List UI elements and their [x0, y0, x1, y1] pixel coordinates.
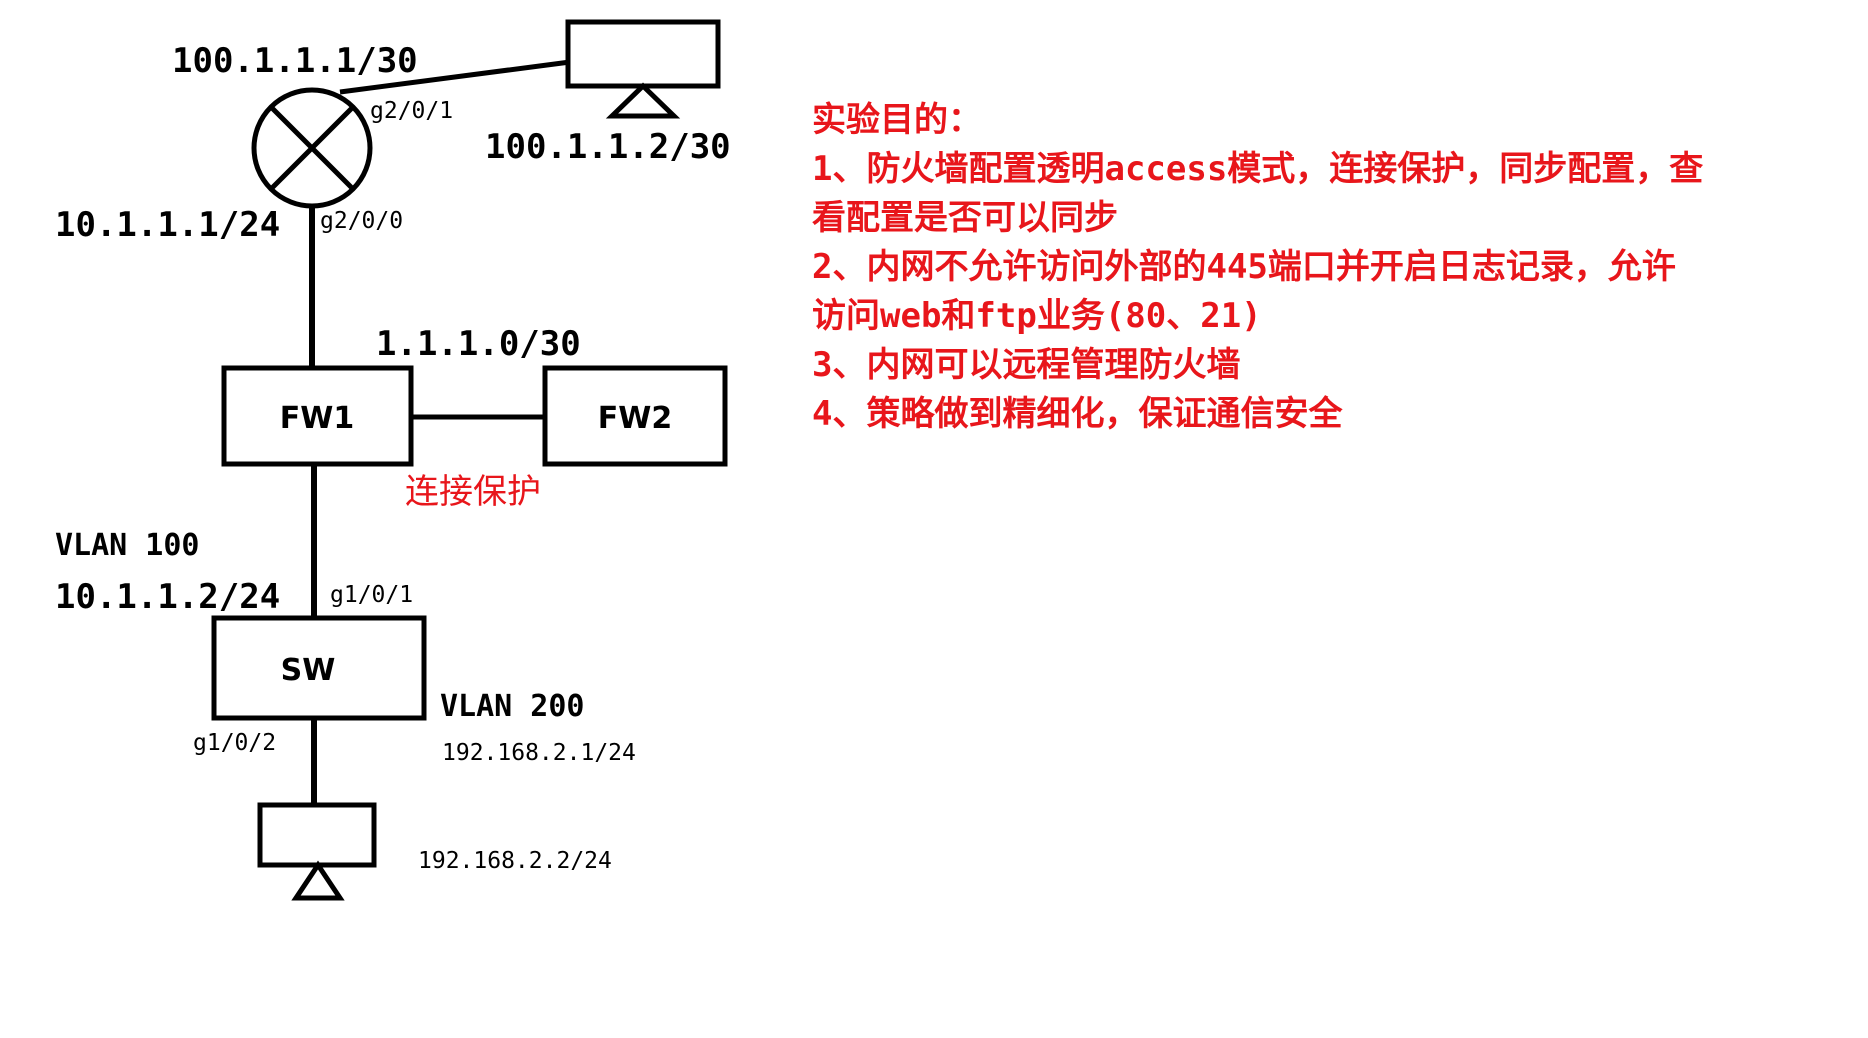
router-wan-port: g2/0/1 — [370, 98, 453, 124]
lan-pc-icon — [257, 802, 377, 901]
ha-link-note: 连接保护 — [405, 472, 541, 512]
objective-1-line-1: 1、防火墙配置透明access模式，连接保护，同步配置，查 — [812, 149, 1704, 189]
vlan100-label: VLAN 100 — [55, 528, 200, 563]
switch-uplink-ip: 10.1.1.2/24 — [55, 577, 280, 617]
router-icon — [251, 87, 373, 209]
switch-uplink-port: g1/0/1 — [330, 582, 413, 608]
switch-vlanif200-ip: 192.168.2.1/24 — [442, 740, 636, 766]
objective-2-line-1: 2、内网不允许访问外部的445端口并开启日志记录，允许 — [812, 247, 1676, 287]
lan-pc-ip: 192.168.2.2/24 — [418, 848, 612, 874]
objective-4: 4、策略做到精细化，保证通信安全 — [812, 394, 1343, 434]
internet-pc-ip: 100.1.1.2/30 — [485, 127, 731, 167]
fw2-label: FW2 — [598, 401, 672, 436]
router-wan-ip: 100.1.1.1/30 — [172, 41, 418, 81]
router-lan-ip: 10.1.1.1/24 — [55, 205, 280, 245]
fw1-label: FW1 — [280, 401, 354, 436]
internet-pc-icon — [565, 19, 721, 119]
router-lan-port: g2/0/0 — [320, 208, 403, 234]
objective-3: 3、内网可以远程管理防火墙 — [812, 345, 1241, 385]
fw1-node: FW1 — [221, 365, 414, 467]
ha-link-network: 1.1.1.0/30 — [376, 324, 581, 364]
objectives-heading: 实验目的： — [812, 100, 982, 140]
vlan200-label: VLAN 200 — [440, 689, 585, 724]
switch-access-port: g1/0/2 — [193, 730, 276, 756]
experiment-objectives: 实验目的： 1、防火墙配置透明access模式，连接保护，同步配置，查 看配置是… — [812, 96, 1842, 439]
switch-label: SW — [281, 653, 336, 688]
objective-2-line-2: 访问web和ftp业务(80、21) — [812, 296, 1262, 336]
switch-node: SW — [211, 615, 427, 721]
fw2-node: FW2 — [542, 365, 728, 467]
objective-1-line-2: 看配置是否可以同步 — [812, 198, 1118, 238]
